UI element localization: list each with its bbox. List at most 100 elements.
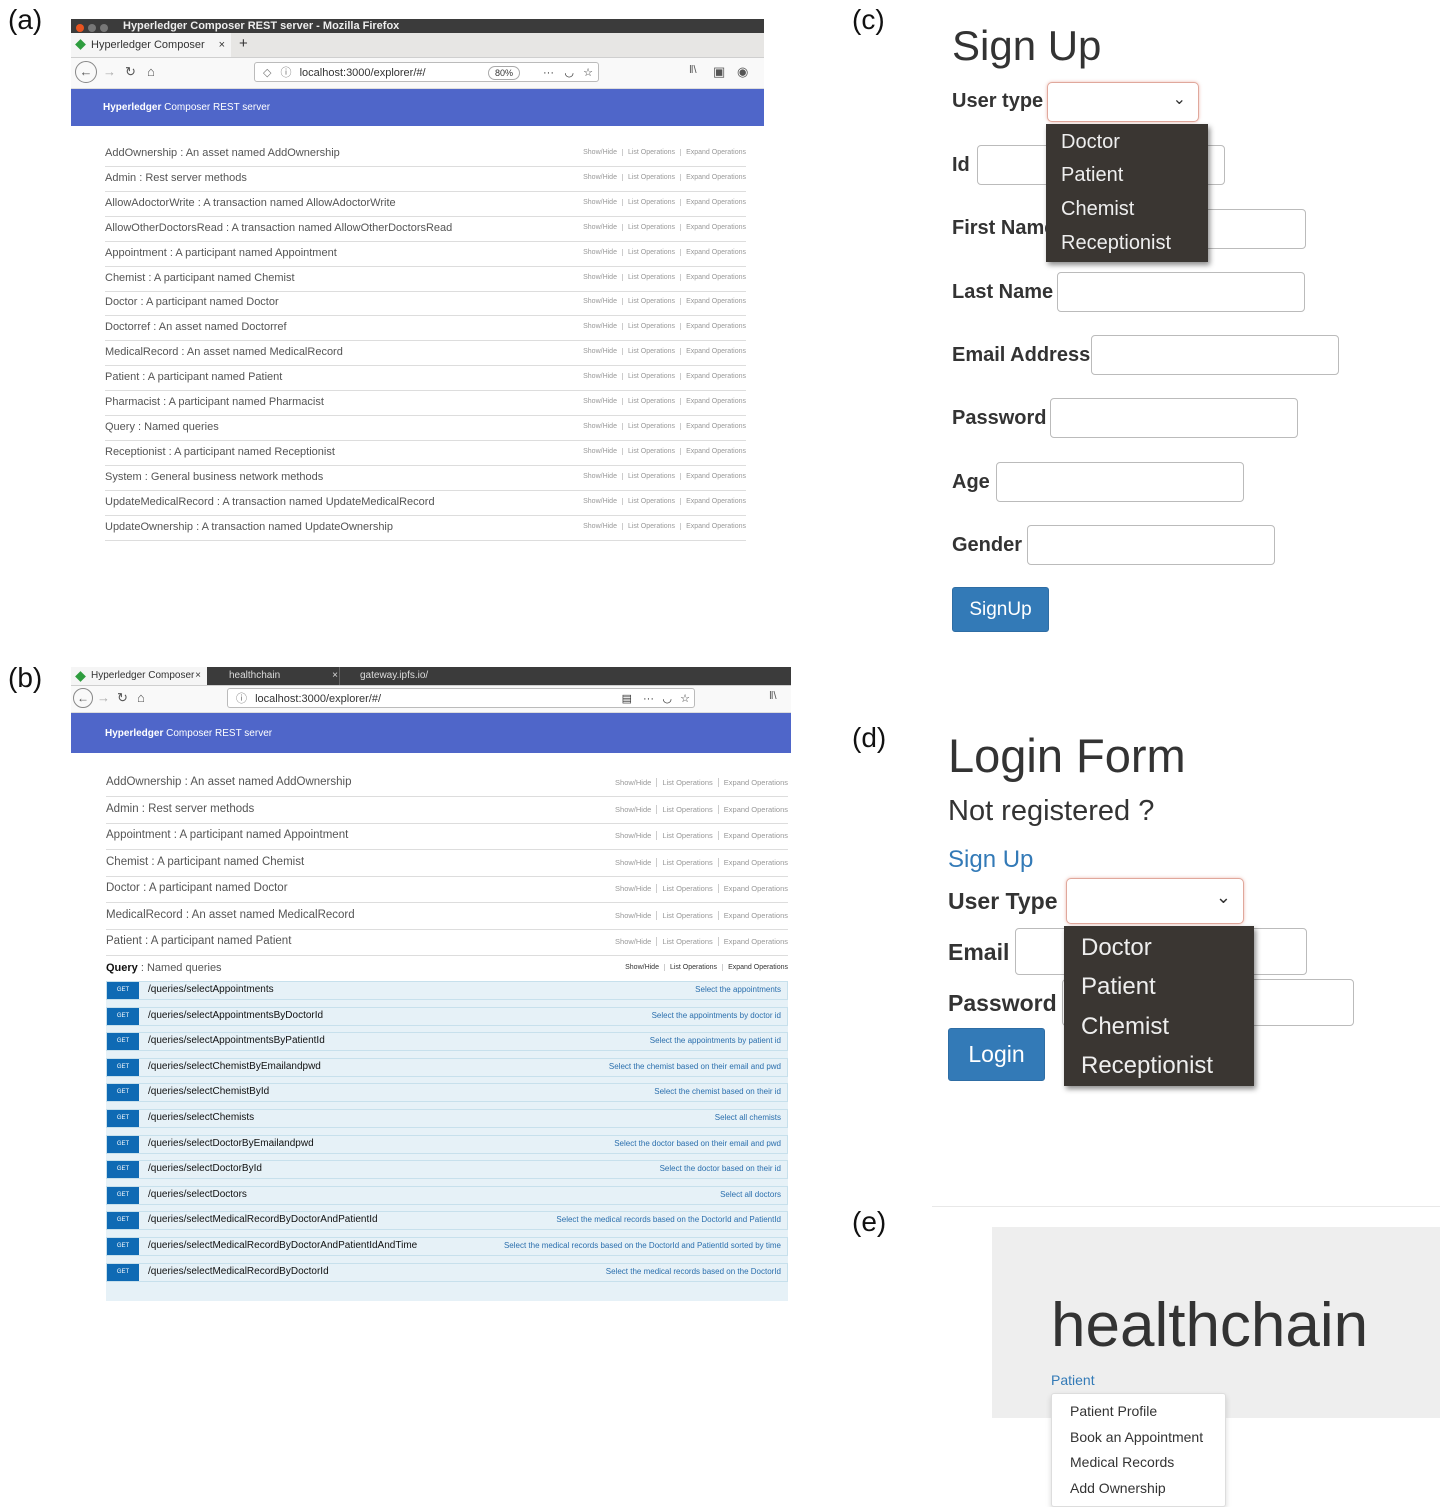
list-operations-link[interactable]: List Operations: [657, 937, 719, 946]
list-operations-link[interactable]: List Operations: [622, 447, 682, 455]
last-name-field[interactable]: [1057, 272, 1305, 312]
expand-operations-link[interactable]: Expand Operations: [719, 937, 788, 946]
expand-operations-link[interactable]: Expand Operations: [723, 964, 788, 971]
bookmark-star-icon[interactable]: ☆: [680, 689, 690, 709]
reader-view-icon[interactable]: ▤: [622, 689, 632, 709]
show-hide-link[interactable]: Show/Hide: [578, 373, 623, 381]
expand-operations-link[interactable]: Expand Operations: [681, 149, 746, 156]
expand-operations-link[interactable]: Expand Operations: [681, 473, 746, 480]
email-address-field[interactable]: [1091, 335, 1339, 375]
reload-icon[interactable]: ↻: [125, 64, 136, 80]
bookmark-star-icon[interactable]: ☆: [583, 63, 593, 83]
resource-row[interactable]: Admin : Rest server methods Show/Hide List…: [105, 172, 746, 192]
option-chemist[interactable]: Chemist: [1061, 198, 1134, 221]
list-operations-link[interactable]: List Operations: [657, 778, 719, 787]
expand-operations-link[interactable]: Expand Operations: [719, 884, 788, 893]
resource-row[interactable]: Doctorref : An asset named Doctorref Show…: [105, 321, 746, 342]
nav-patient-link[interactable]: Patient: [1051, 1372, 1095, 1388]
option-receptionist[interactable]: Receptionist: [1081, 1052, 1213, 1080]
option-patient[interactable]: Patient: [1061, 164, 1123, 187]
resource-row[interactable]: Admin : Rest server methods Show/Hide List…: [106, 803, 788, 824]
browser-tab-healthchain[interactable]: healthchain ×: [209, 667, 344, 685]
query-operation-row[interactable]: GET/queries/selectChemistByEmailandpwd Se…: [106, 1057, 788, 1077]
query-operation-row[interactable]: GET/queries/selectAppointments Select the…: [106, 981, 788, 1000]
show-hide-link[interactable]: Show/Hide: [610, 857, 658, 867]
menu-item-medical-records[interactable]: Medical Records: [1070, 1454, 1174, 1470]
browser-tab-ipfs[interactable]: gateway.ipfs.io/: [339, 667, 480, 685]
show-hide-link[interactable]: Show/Hide: [610, 910, 658, 920]
list-operations-link[interactable]: List Operations: [622, 373, 682, 381]
option-patient[interactable]: Patient: [1081, 973, 1156, 1001]
list-operations-link[interactable]: List Operations: [657, 804, 719, 814]
show-hide-link[interactable]: Show/Hide: [620, 964, 665, 971]
list-operations-link[interactable]: List Operations: [664, 964, 724, 971]
show-hide-link[interactable]: Show/Hide: [578, 223, 623, 231]
show-hide-link[interactable]: Show/Hide: [578, 422, 623, 430]
tab-close-icon[interactable]: ×: [195, 667, 201, 685]
minimize-window-button[interactable]: [88, 24, 96, 32]
option-doctor[interactable]: Doctor: [1061, 131, 1120, 154]
resource-row[interactable]: MedicalRecord : An asset named MedicalRe…: [105, 346, 746, 367]
close-window-button[interactable]: [76, 24, 84, 32]
option-chemist[interactable]: Chemist: [1081, 1013, 1169, 1041]
list-operations-link[interactable]: List Operations: [622, 248, 682, 256]
option-receptionist[interactable]: Receptionist: [1061, 232, 1171, 255]
show-hide-link[interactable]: Show/Hide: [610, 831, 658, 840]
show-hide-link[interactable]: Show/Hide: [610, 778, 658, 787]
resource-row[interactable]: Receptionist : A participant named Recep…: [105, 446, 746, 466]
expand-operations-link[interactable]: Expand Operations: [681, 323, 746, 330]
list-operations-link[interactable]: List Operations: [622, 223, 682, 231]
query-operation-row[interactable]: GET/queries/selectDoctorById Select the d…: [106, 1160, 788, 1180]
resource-row[interactable]: UpdateMedicalRecord : A transaction name…: [105, 496, 746, 516]
query-operation-row[interactable]: GET/queries/selectDoctors Select all doct…: [106, 1185, 788, 1205]
resource-row[interactable]: Doctor : A participant named Doctor Show/…: [106, 882, 788, 903]
show-hide-link[interactable]: Show/Hide: [578, 522, 623, 530]
resource-row[interactable]: Appointment : A participant named Appoin…: [106, 829, 788, 850]
resource-row[interactable]: Appointment : A participant named Appoin…: [105, 247, 746, 267]
list-operations-link[interactable]: List Operations: [622, 497, 682, 505]
new-tab-button[interactable]: +: [239, 35, 248, 52]
show-hide-link[interactable]: Show/Hide: [578, 348, 623, 356]
list-operations-link[interactable]: List Operations: [622, 173, 682, 181]
show-hide-link[interactable]: Show/Hide: [578, 198, 623, 206]
expand-operations-link[interactable]: Expand Operations: [681, 448, 746, 455]
resource-row[interactable]: AllowAdoctorWrite : A transaction named …: [105, 197, 746, 217]
expand-operations-link[interactable]: Expand Operations: [681, 373, 746, 380]
resource-row[interactable]: Doctor : A participant named Doctor Show/…: [105, 296, 746, 317]
list-operations-link[interactable]: List Operations: [622, 198, 682, 206]
list-operations-link[interactable]: List Operations: [622, 273, 682, 281]
resource-row[interactable]: MedicalRecord : An asset named MedicalRe…: [106, 909, 788, 930]
list-operations-link[interactable]: List Operations: [622, 298, 682, 306]
query-operation-row[interactable]: GET/queries/selectAppointmentsByPatientI…: [106, 1032, 788, 1052]
zoom-badge[interactable]: 80%: [487, 66, 520, 80]
expand-operations-link[interactable]: Expand Operations: [681, 498, 746, 505]
url-bar[interactable]: ◇ ⓘ localhost:3000/explorer/#/ 80% ··· ◡…: [254, 62, 599, 82]
show-hide-link[interactable]: Show/Hide: [578, 273, 623, 281]
expand-operations-link[interactable]: Expand Operations: [719, 858, 788, 867]
resource-row[interactable]: Patient : A participant named Patient Sho…: [105, 371, 746, 392]
library-icon[interactable]: ǁ\: [689, 64, 697, 76]
resource-row[interactable]: UpdateOwnership : A transaction named Up…: [105, 521, 746, 541]
expand-operations-link[interactable]: Expand Operations: [681, 398, 746, 405]
resource-row[interactable]: Pharmacist : A participant named Pharmac…: [105, 396, 746, 416]
show-hide-link[interactable]: Show/Hide: [578, 298, 623, 306]
pocket-icon[interactable]: ◡: [662, 689, 672, 709]
list-operations-link[interactable]: List Operations: [657, 884, 719, 893]
home-icon[interactable]: ⌂: [137, 690, 145, 705]
page-actions-icon[interactable]: ···: [543, 63, 554, 83]
tab-close-icon[interactable]: ×: [332, 667, 338, 685]
list-operations-link[interactable]: List Operations: [622, 323, 682, 331]
pocket-icon[interactable]: ◡: [564, 63, 574, 83]
user-type-select[interactable]: ⌄: [1047, 82, 1199, 122]
list-operations-link[interactable]: List Operations: [657, 831, 719, 840]
list-operations-link[interactable]: List Operations: [622, 348, 682, 356]
query-operation-row[interactable]: GET/queries/selectMedicalRecordByDoctorA…: [106, 1211, 788, 1231]
show-hide-link[interactable]: Show/Hide: [610, 884, 658, 893]
expand-operations-link[interactable]: Expand Operations: [681, 423, 746, 430]
home-icon[interactable]: ⌂: [147, 64, 155, 79]
resource-row[interactable]: AllowOtherDoctorsRead : A transaction na…: [105, 222, 746, 242]
show-hide-link[interactable]: Show/Hide: [578, 323, 623, 331]
page-actions-icon[interactable]: ···: [643, 689, 654, 709]
expand-operations-link[interactable]: Expand Operations: [681, 199, 746, 206]
maximize-window-button[interactable]: [100, 24, 108, 32]
